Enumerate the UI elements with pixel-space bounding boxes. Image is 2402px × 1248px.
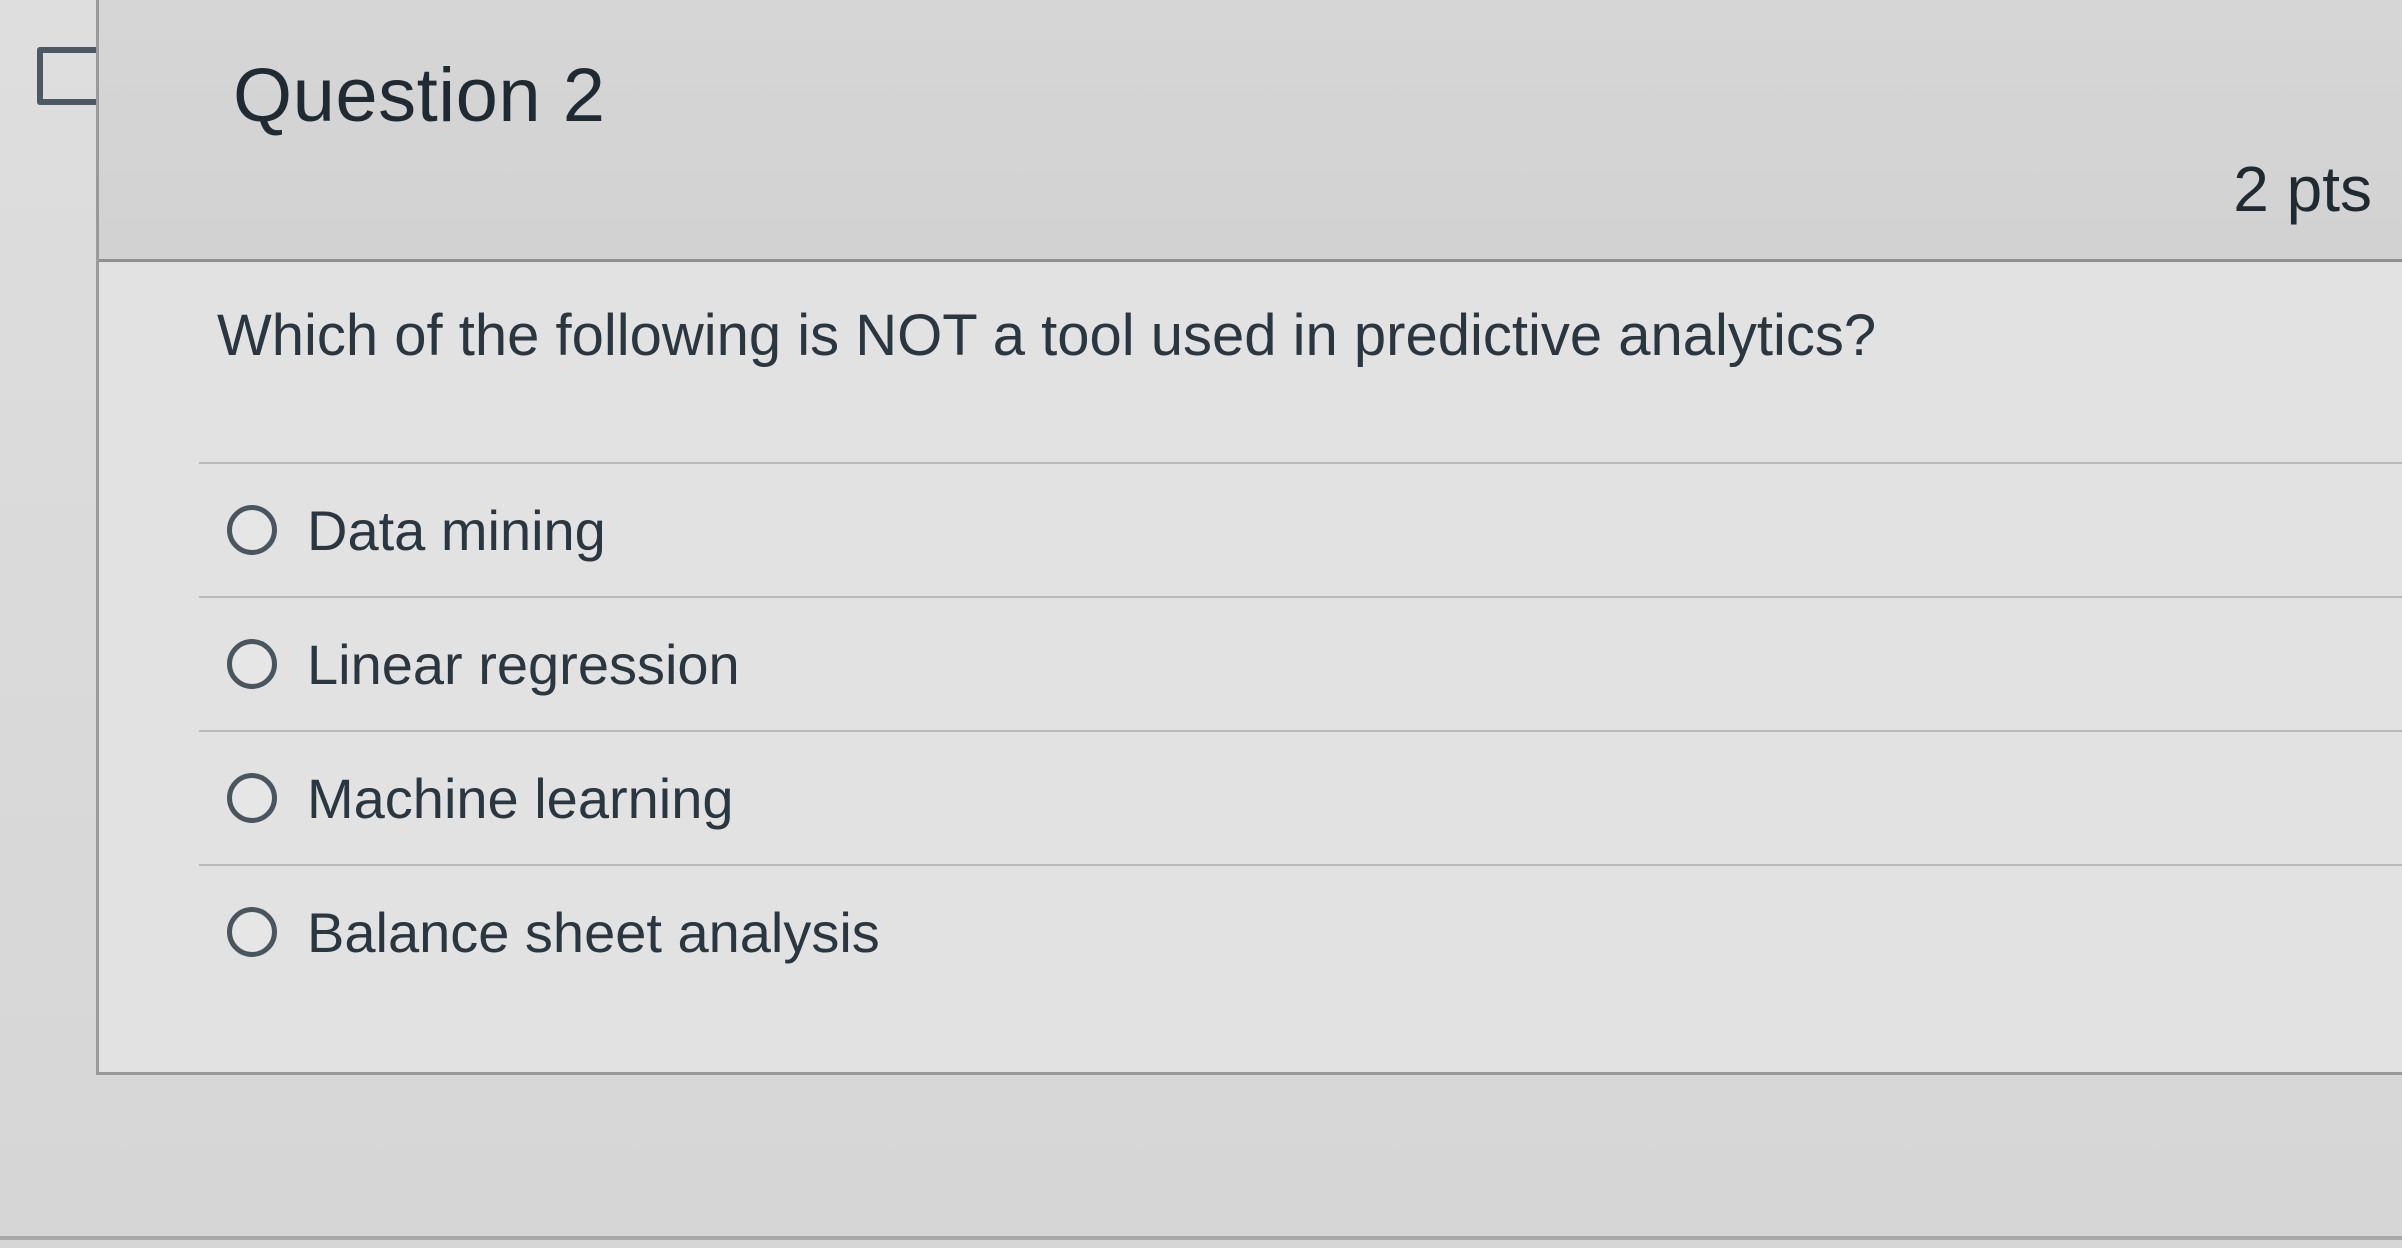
question-body: Which of the following is NOT a tool use…: [99, 262, 2402, 1072]
radio-button-icon[interactable]: [227, 639, 277, 689]
radio-button-icon[interactable]: [227, 907, 277, 957]
radio-button-icon[interactable]: [227, 505, 277, 555]
answer-option-data-mining[interactable]: Data mining: [199, 462, 2402, 596]
question-card: Question 2 2 pts Which of the following …: [96, 0, 2402, 1075]
question-text: Which of the following is NOT a tool use…: [217, 303, 1877, 368]
answer-option-machine-learning[interactable]: Machine learning: [199, 730, 2402, 864]
answer-list: Data mining Linear regression Machine le…: [199, 462, 2402, 998]
answer-label: Data mining: [307, 498, 606, 562]
radio-button-icon[interactable]: [227, 773, 277, 823]
next-card-edge: [0, 1236, 2402, 1240]
question-points: 2 pts: [2233, 153, 2372, 225]
answer-option-linear-regression[interactable]: Linear regression: [199, 596, 2402, 730]
answer-label: Balance sheet analysis: [307, 900, 880, 964]
question-header: Question 2 2 pts: [99, 0, 2402, 262]
quiz-page: Question 2 2 pts Which of the following …: [0, 0, 2402, 1248]
answer-label: Machine learning: [307, 766, 734, 830]
question-title: Question 2: [233, 53, 606, 138]
answer-option-balance-sheet-analysis[interactable]: Balance sheet analysis: [199, 864, 2402, 998]
answer-label: Linear regression: [307, 632, 740, 696]
